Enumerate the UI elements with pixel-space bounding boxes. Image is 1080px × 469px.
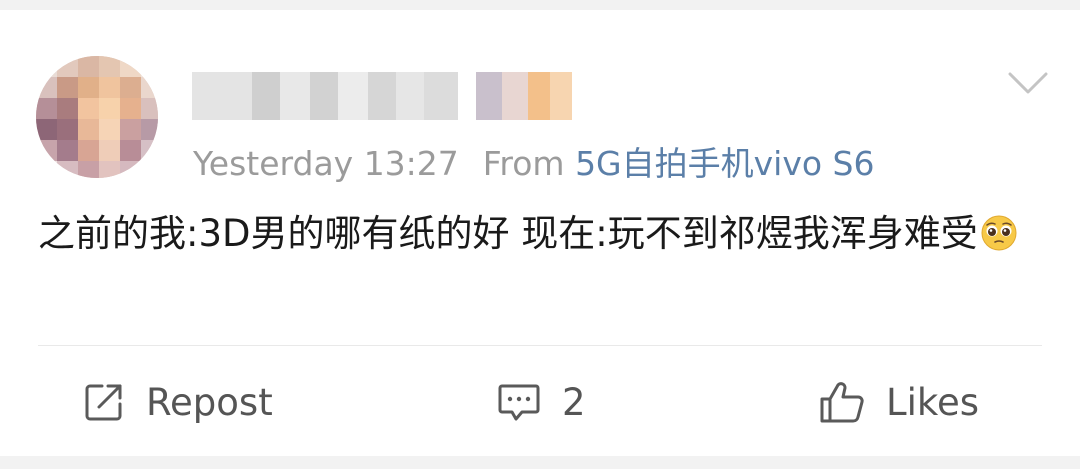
avatar-pixel (99, 77, 120, 98)
avatar-pixel (120, 140, 141, 161)
avatar-pixel (78, 98, 99, 119)
avatar-pixel (141, 140, 158, 161)
avatar-pixel (141, 77, 158, 98)
chevron-down-icon[interactable] (1004, 68, 1052, 98)
avatar-pixel (141, 161, 158, 178)
avatar-pixel (120, 77, 141, 98)
post-meta: Yesterday 13:27 From 5G自拍手机vivo S6 (193, 142, 874, 186)
username-blurred[interactable] (192, 72, 592, 120)
avatar[interactable] (36, 56, 158, 178)
likes-label: Likes (886, 380, 980, 424)
avatar-pixel (120, 161, 141, 178)
avatar-pixel (120, 56, 141, 77)
device-source-link[interactable]: 5G自拍手机vivo S6 (575, 144, 874, 183)
source-prefix: From (482, 144, 565, 183)
avatar-pixel (57, 140, 78, 161)
speech-bubble-icon (496, 380, 542, 424)
avatar-pixel (99, 161, 120, 178)
share-out-icon (82, 380, 126, 424)
avatar-pixel (36, 98, 57, 119)
comment-button[interactable]: 2 (496, 370, 586, 434)
thumbs-up-icon (818, 379, 866, 425)
avatar-pixel (57, 98, 78, 119)
avatar-pixel (36, 56, 57, 77)
post-card: Yesterday 13:27 From 5G自拍手机vivo S6 之前的我:3… (0, 10, 1080, 456)
avatar-pixel (78, 161, 99, 178)
avatar-pixel (99, 98, 120, 119)
post-text-body: 之前的我:3D男的哪有纸的好 现在:玩不到祁煜我浑身难受 (38, 212, 978, 255)
repost-button[interactable]: Repost (82, 370, 273, 434)
avatar-pixel (120, 119, 141, 140)
post-text: 之前的我:3D男的哪有纸的好 现在:玩不到祁煜我浑身难受 (38, 206, 1048, 262)
post-timestamp: Yesterday 13:27 (193, 144, 459, 183)
repost-label: Repost (146, 380, 273, 424)
avatar-pixel (78, 56, 99, 77)
avatar-pixel (57, 56, 78, 77)
avatar-pixel (99, 140, 120, 161)
avatar-pixel (120, 98, 141, 119)
avatar-pixel (57, 119, 78, 140)
avatar-pixel (99, 56, 120, 77)
avatar-pixel (141, 56, 158, 77)
like-button[interactable]: Likes (818, 370, 979, 434)
avatar-pixel (36, 161, 57, 178)
avatar-pixel (78, 119, 99, 140)
avatar-pixel (141, 98, 158, 119)
divider (38, 345, 1042, 346)
avatar-pixel (99, 119, 120, 140)
avatar-pixel (78, 77, 99, 98)
avatar-pixel (141, 119, 158, 140)
avatar-pixel (57, 161, 78, 178)
avatar-pixel (36, 119, 57, 140)
avatar-pixel (57, 77, 78, 98)
comment-count: 2 (562, 380, 586, 424)
avatar-pixel (36, 140, 57, 161)
avatar-pixel (36, 77, 57, 98)
avatar-pixel (78, 140, 99, 161)
pleading-face-emoji (980, 212, 1018, 251)
